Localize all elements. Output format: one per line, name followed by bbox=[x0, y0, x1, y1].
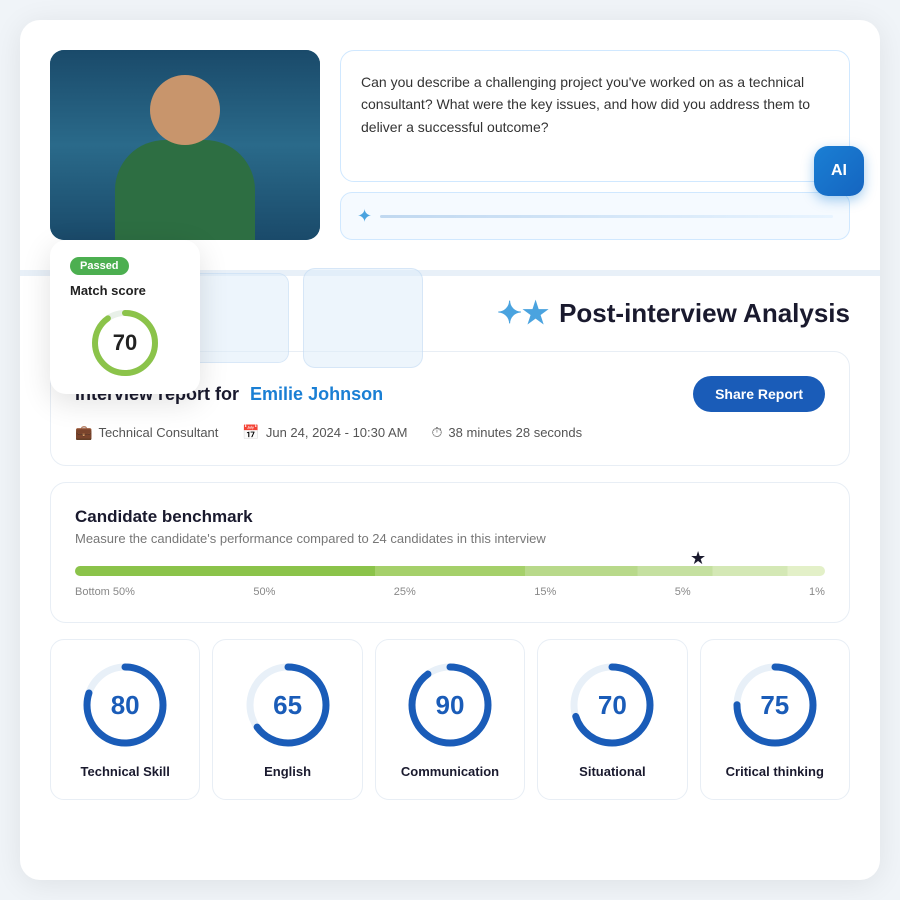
ghost-card-2 bbox=[303, 268, 423, 368]
report-meta: 💼 Technical Consultant 📅 Jun 24, 2024 - … bbox=[75, 424, 825, 441]
skill-name-3: Situational bbox=[579, 764, 645, 779]
clock-icon: ⏱ bbox=[432, 424, 443, 441]
skill-circle-4: 75 bbox=[730, 660, 820, 750]
candidate-photo bbox=[50, 50, 320, 240]
skill-card-critical-thinking: 75 Critical thinking bbox=[700, 639, 850, 800]
skill-score-4: 75 bbox=[730, 660, 820, 750]
meta-duration-text: 38 minutes 28 seconds bbox=[448, 425, 582, 440]
skill-name-2: Communication bbox=[401, 764, 499, 779]
analysis-star-icon: ✦★ bbox=[497, 296, 549, 331]
input-line bbox=[380, 215, 833, 218]
label-bottom50: Bottom 50% bbox=[75, 586, 135, 598]
score-circle-container: 70 bbox=[70, 308, 180, 378]
label-1: 1% bbox=[809, 586, 825, 598]
match-score-value: 70 bbox=[90, 308, 160, 378]
skill-name-1: English bbox=[264, 764, 311, 779]
briefcase-icon: 💼 bbox=[75, 424, 92, 441]
match-score-circle: 70 bbox=[90, 308, 160, 378]
benchmark-desc: Measure the candidate's performance comp… bbox=[75, 531, 825, 546]
meta-job-title: 💼 Technical Consultant bbox=[75, 424, 218, 441]
skill-name-0: Technical Skill bbox=[81, 764, 170, 779]
label-50: 50% bbox=[253, 586, 275, 598]
skill-circle-0: 80 bbox=[80, 660, 170, 750]
passed-badge: Passed bbox=[70, 257, 129, 275]
star-marker: ★ bbox=[690, 548, 706, 569]
meta-date: 📅 Jun 24, 2024 - 10:30 AM bbox=[242, 424, 407, 441]
label-5: 5% bbox=[675, 586, 691, 598]
share-report-button[interactable]: Share Report bbox=[693, 376, 825, 412]
skill-circle-3: 70 bbox=[567, 660, 657, 750]
label-25: 25% bbox=[394, 586, 416, 598]
person-body bbox=[115, 140, 255, 240]
match-score-card: Passed Match score 70 bbox=[50, 240, 200, 394]
question-bubble: Can you describe a challenging project y… bbox=[340, 50, 850, 182]
main-card: Can you describe a challenging project y… bbox=[20, 20, 880, 880]
skill-card-communication: 90 Communication bbox=[375, 639, 525, 800]
calendar-icon: 📅 bbox=[242, 424, 259, 441]
skill-card-english: 65 English bbox=[212, 639, 362, 800]
skill-score-3: 70 bbox=[567, 660, 657, 750]
meta-job-text: Technical Consultant bbox=[98, 425, 218, 440]
skill-score-1: 65 bbox=[243, 660, 333, 750]
person-head bbox=[150, 75, 220, 145]
answer-input[interactable]: ✦ bbox=[340, 192, 850, 240]
meta-date-text: Jun 24, 2024 - 10:30 AM bbox=[266, 425, 408, 440]
skill-score-2: 90 bbox=[405, 660, 495, 750]
skill-score-0: 80 bbox=[80, 660, 170, 750]
label-15: 15% bbox=[534, 586, 556, 598]
skill-card-technical-skill: 80 Technical Skill bbox=[50, 639, 200, 800]
meta-duration: ⏱ 38 minutes 28 seconds bbox=[432, 424, 583, 441]
question-text: Can you describe a challenging project y… bbox=[361, 74, 810, 135]
skill-circle-2: 90 bbox=[405, 660, 495, 750]
skills-grid: 80 Technical Skill 65 English 90 Communi… bbox=[50, 639, 850, 800]
skill-circle-1: 65 bbox=[243, 660, 333, 750]
match-score-label: Match score bbox=[70, 283, 180, 298]
benchmark-bar-container: ★ bbox=[75, 566, 825, 576]
ghost-cards bbox=[175, 268, 423, 368]
skill-name-4: Critical thinking bbox=[726, 764, 824, 779]
ai-badge: AI bbox=[814, 146, 864, 196]
analysis-title: ✦★ Post-interview Analysis bbox=[497, 296, 850, 331]
benchmark-bar bbox=[75, 566, 825, 576]
candidate-name: Emilie Johnson bbox=[250, 384, 383, 404]
person-silhouette bbox=[115, 75, 255, 240]
sparkle-icon: ✦ bbox=[357, 206, 372, 227]
benchmark-labels: Bottom 50% 50% 25% 15% 5% 1% bbox=[75, 586, 825, 598]
question-panel: Can you describe a challenging project y… bbox=[340, 50, 850, 240]
top-section: Can you describe a challenging project y… bbox=[50, 50, 850, 240]
benchmark-title: Candidate benchmark bbox=[75, 507, 825, 527]
skill-card-situational: 70 Situational bbox=[537, 639, 687, 800]
benchmark-card: Candidate benchmark Measure the candidat… bbox=[50, 482, 850, 623]
